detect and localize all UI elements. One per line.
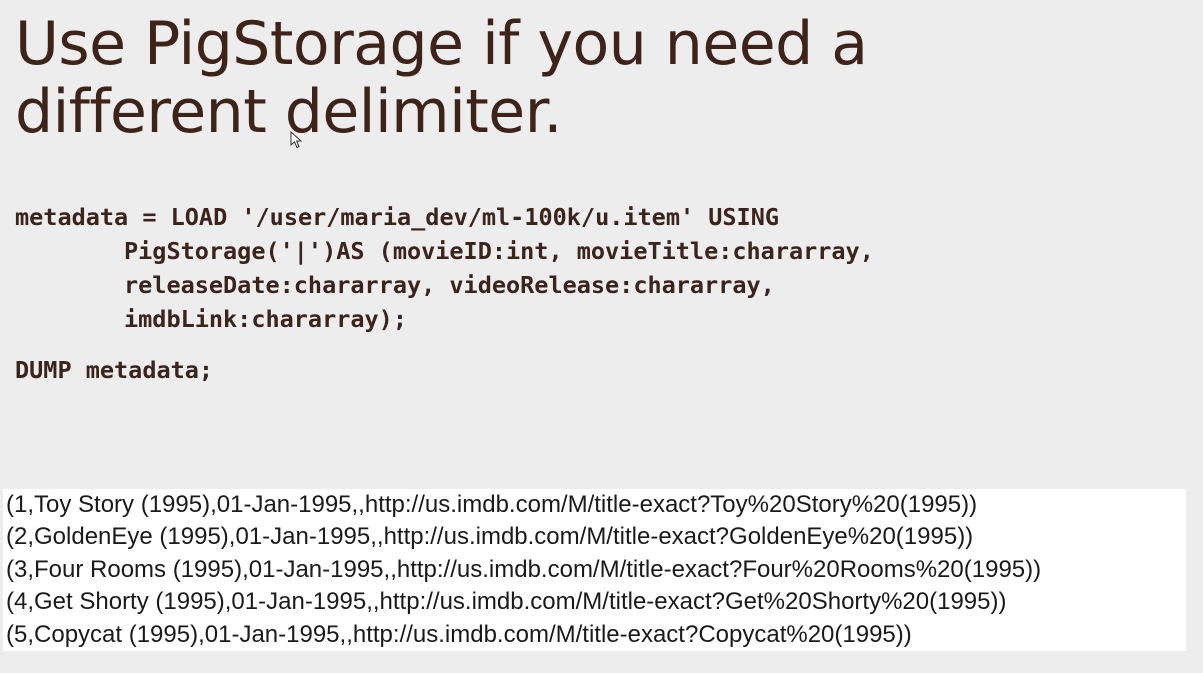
- code-line: releaseDate:chararray, videoRelease:char…: [124, 271, 775, 299]
- output-row: (5,Copycat (1995),01-Jan-1995,,http://us…: [6, 620, 912, 648]
- mouse-pointer-icon: [290, 131, 302, 149]
- output-row: (2,GoldenEye (1995),01-Jan-1995,,http://…: [6, 523, 974, 551]
- code-line: PigStorage('|')AS (movieID:int, movieTit…: [124, 237, 874, 265]
- slide-title: Use PigStorage if you need a different d…: [15, 10, 1165, 146]
- output-row: (4,Get Shorty (1995),01-Jan-1995,,http:/…: [6, 588, 1007, 616]
- slide-title-line: Use PigStorage if you need a: [15, 9, 868, 79]
- slide-title-line: different delimiter.: [15, 77, 562, 147]
- dump-statement: DUMP metadata;: [15, 356, 214, 384]
- pig-load-code: metadata = LOAD '/user/maria_dev/ml-100k…: [15, 200, 1185, 336]
- dump-output: (1,Toy Story (1995),01-Jan-1995,,http://…: [3, 489, 1186, 651]
- output-row: (3,Four Rooms (1995),01-Jan-1995,,http:/…: [6, 555, 1042, 583]
- code-line: imdbLink:chararray);: [124, 305, 407, 333]
- code-line: metadata = LOAD '/user/maria_dev/ml-100k…: [15, 203, 780, 231]
- output-row: (1,Toy Story (1995),01-Jan-1995,,http://…: [6, 491, 978, 518]
- slide: Use PigStorage if you need a different d…: [0, 0, 1203, 673]
